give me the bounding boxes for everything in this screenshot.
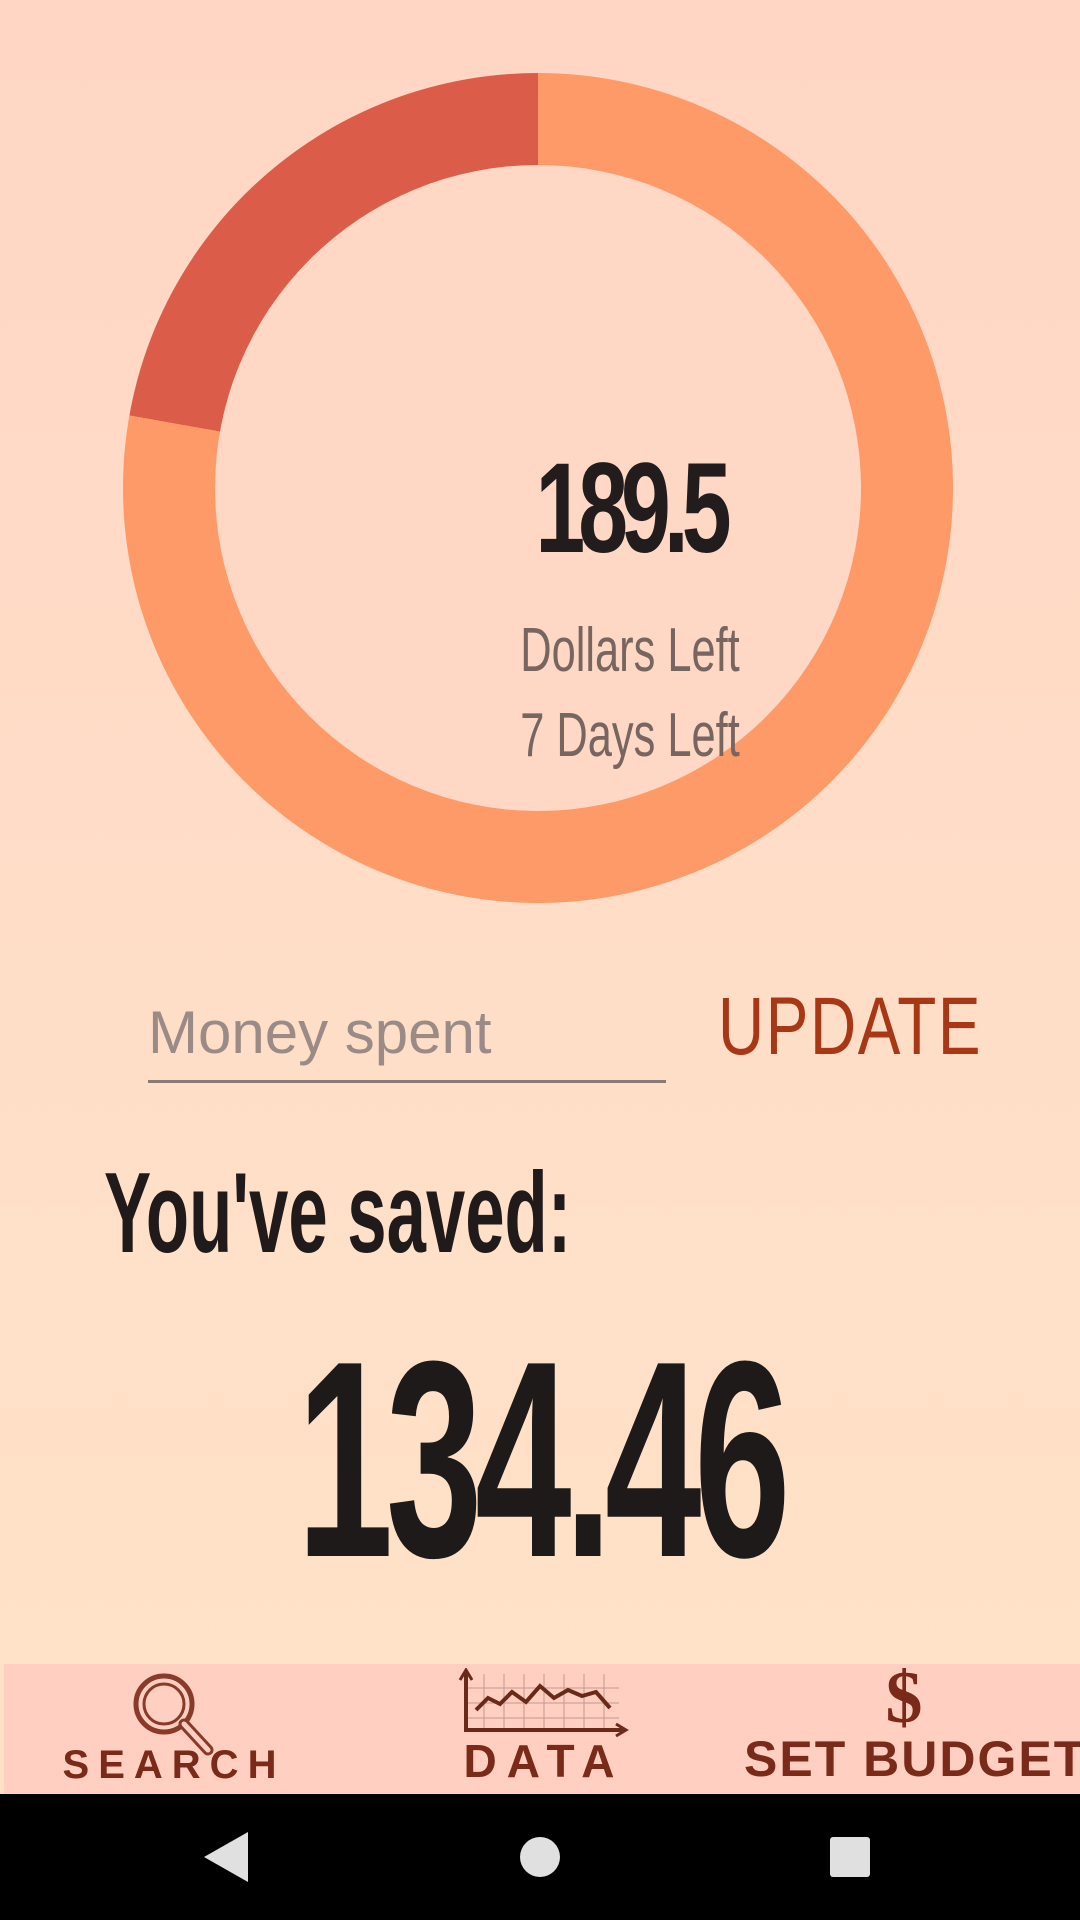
budget-donut-chart: 189.5 Dollars Left 7 Days Left	[123, 73, 953, 903]
nav-search-button[interactable]: SEARCH	[54, 1664, 294, 1794]
system-navigation-bar	[0, 1794, 1080, 1920]
bottom-nav-bar: SEARCH DATA $ SET BUDGET	[4, 1657, 1080, 1794]
money-spent-input[interactable]	[148, 985, 666, 1083]
nav-set-budget-label: SET BUDGET	[744, 1731, 1080, 1787]
recents-icon[interactable]	[815, 1822, 885, 1892]
line-chart-icon	[458, 1668, 629, 1738]
donut-center: 189.5 Dollars Left 7 Days Left	[215, 165, 861, 811]
home-icon[interactable]	[505, 1822, 575, 1892]
update-button[interactable]: UPDATE	[718, 980, 980, 1072]
nav-data-button[interactable]: DATA	[424, 1664, 664, 1794]
back-icon[interactable]	[190, 1822, 260, 1892]
remaining-amount: 189.5	[535, 437, 731, 580]
saved-label: You've saved:	[104, 1150, 572, 1277]
days-left-label: 7 Days Left	[520, 701, 740, 770]
dollar-icon: $	[885, 1657, 923, 1739]
nav-set-budget-button[interactable]: $ SET BUDGET	[744, 1657, 1080, 1794]
nav-data-label: DATA	[463, 1735, 625, 1787]
dollars-left-label: Dollars Left	[520, 616, 740, 685]
saved-amount: 134.46	[296, 1304, 791, 1616]
nav-search-label: SEARCH	[62, 1743, 286, 1787]
